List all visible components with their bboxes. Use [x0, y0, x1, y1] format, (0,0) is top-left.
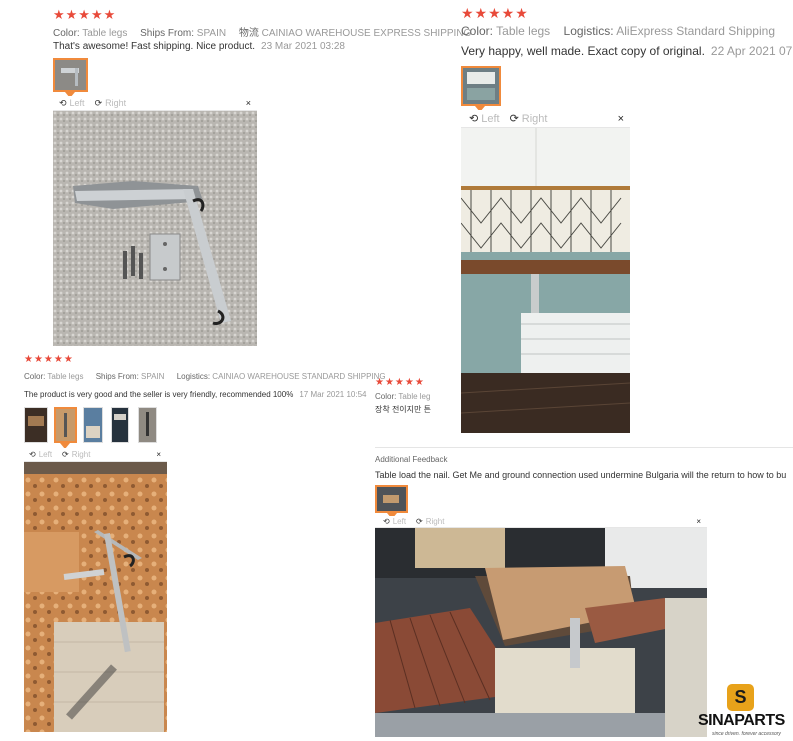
close-icon[interactable]: × [246, 98, 251, 108]
divider [375, 447, 793, 448]
review-thumbnail[interactable] [461, 66, 501, 106]
rotate-left-icon[interactable]: ⟲ [59, 98, 67, 109]
rotate-left-icon[interactable]: ⟲ [383, 517, 390, 526]
image-toolbar: ⟲ Left ⟳ Right × [24, 448, 167, 462]
brand-name: SINAPARTS [698, 712, 785, 729]
review-thumbnail[interactable] [54, 407, 77, 443]
additional-feedback-heading: Additional Feedback [375, 455, 448, 464]
review-meta: Color: Table legs Ships From: SPAIN Logi… [24, 372, 386, 381]
rotate-right-button[interactable]: Right [426, 517, 445, 526]
rotate-right-icon[interactable]: ⟳ [95, 98, 103, 109]
rotate-right-icon[interactable]: ⟳ [416, 517, 423, 526]
review-text: That's awesome! Fast shipping. Nice prod… [53, 41, 345, 52]
rotate-right-icon[interactable]: ⟳ [62, 450, 69, 459]
review-photo [24, 462, 167, 732]
review-thumbnail[interactable] [111, 407, 129, 443]
rating-stars: ★★★★★ [375, 377, 425, 388]
review-thumbnail[interactable] [24, 407, 48, 443]
rotate-left-button[interactable]: Left [393, 517, 406, 526]
image-toolbar: ⟲ Left ⟳ Right × [461, 110, 630, 128]
close-icon[interactable]: × [156, 450, 161, 459]
rotate-left-icon[interactable]: ⟲ [29, 450, 36, 459]
rotate-right-button[interactable]: Right [105, 98, 126, 108]
review-meta: Color: Table legs Logistics: AliExpress … [461, 24, 775, 38]
rotate-left-button[interactable]: Left [39, 450, 52, 459]
rating-stars: ★★★★★ [53, 7, 117, 22]
review-thumbnail[interactable] [53, 58, 88, 92]
close-icon[interactable]: × [618, 113, 624, 125]
rotate-left-button[interactable]: Left [481, 113, 499, 125]
review-meta: Color: Table legs Ships From: SPAIN 物流 C… [53, 28, 472, 39]
brand-logo-icon: S [727, 684, 754, 711]
rotate-right-icon[interactable]: ⟳ [510, 112, 519, 125]
additional-feedback-text: Table load the nail. Get Me and ground c… [375, 470, 787, 480]
rotate-right-button[interactable]: Right [522, 113, 548, 125]
review-photo [461, 128, 630, 433]
rating-stars: ★★★★★ [461, 5, 529, 21]
review-text: The product is very good and the seller … [24, 390, 367, 399]
rotate-right-button[interactable]: Right [72, 450, 91, 459]
review-thumbnail[interactable] [83, 407, 103, 443]
review-thumbnail[interactable] [138, 407, 157, 443]
rotate-left-button[interactable]: Left [70, 98, 85, 108]
review-photo [375, 528, 707, 737]
review-meta: Color: Table leg [375, 392, 431, 401]
review-text: Very happy, well made. Exact copy of ori… [461, 44, 793, 58]
image-toolbar: ⟲ Left ⟳ Right × [375, 516, 707, 528]
rotate-left-icon[interactable]: ⟲ [469, 112, 478, 125]
close-icon[interactable]: × [696, 517, 701, 526]
rating-stars: ★★★★★ [24, 354, 74, 365]
brand-tagline: since driven. forever accessory [712, 731, 781, 737]
review-thumbnail[interactable] [375, 485, 408, 513]
review-text: 장착 전이지만 튼 [375, 405, 431, 414]
image-toolbar: ⟲ Left ⟳ Right × [53, 96, 257, 111]
review-photo [53, 111, 257, 346]
